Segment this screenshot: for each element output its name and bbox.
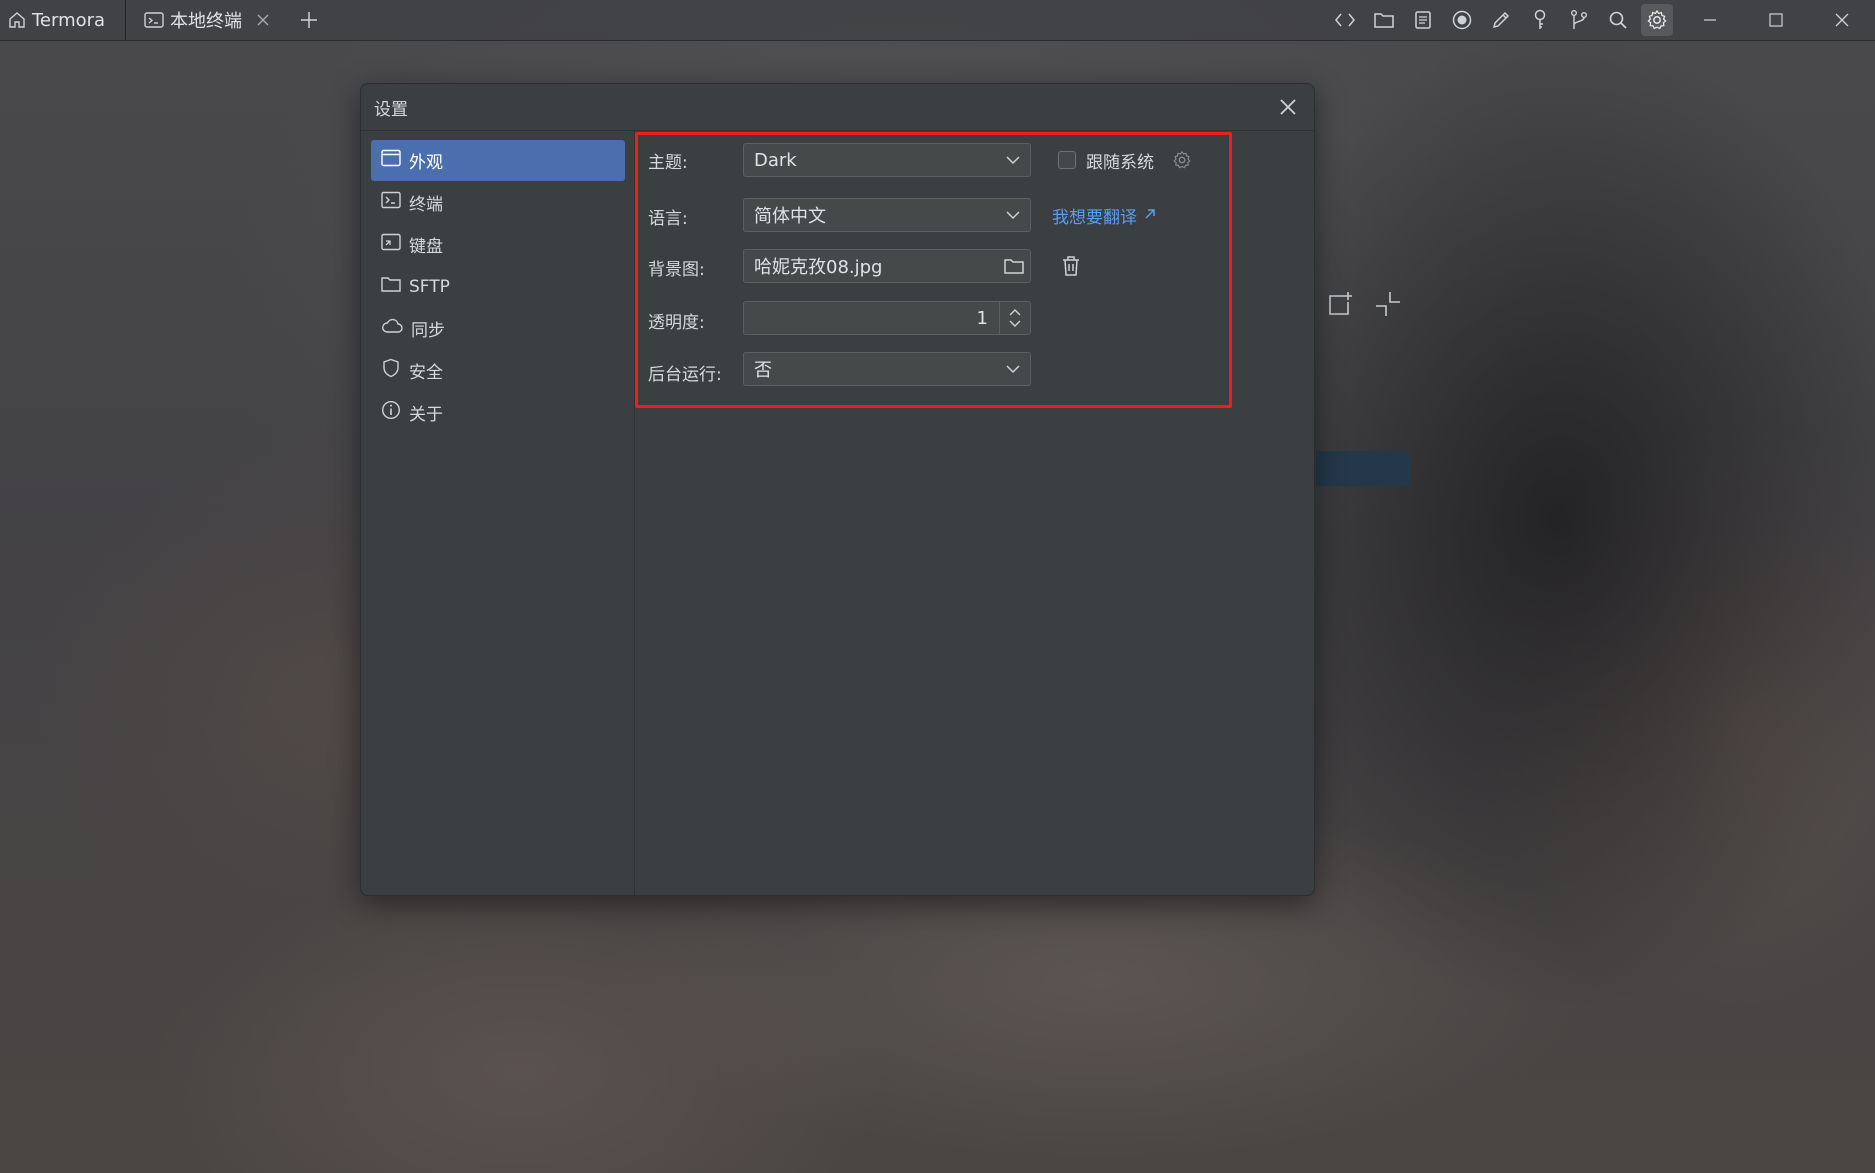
add-tab-button[interactable] bbox=[298, 9, 320, 31]
trash-icon[interactable] bbox=[1060, 254, 1082, 282]
branch-icon[interactable] bbox=[1559, 0, 1598, 40]
terminal-icon bbox=[381, 191, 401, 214]
language-select[interactable]: 简体中文 bbox=[743, 198, 1031, 232]
close-window-icon[interactable] bbox=[1809, 0, 1875, 40]
key-icon[interactable] bbox=[1520, 0, 1559, 40]
highlight-strip bbox=[1316, 451, 1410, 486]
translate-link[interactable]: 我想要翻译 bbox=[1052, 203, 1157, 228]
sidebar-item-label: 键盘 bbox=[409, 237, 443, 257]
background-run-label: 后台运行: bbox=[648, 365, 722, 385]
settings-sidebar: 外观 终端 键盘 SFTP 同步 安全 关于 bbox=[361, 131, 635, 895]
sidebar-item-security[interactable]: 安全 bbox=[371, 350, 625, 391]
sidebar-item-sftp[interactable]: SFTP bbox=[371, 266, 625, 307]
tab-label: Termora bbox=[32, 9, 106, 31]
gear-icon[interactable] bbox=[1172, 150, 1192, 174]
chevron-down-icon bbox=[1004, 151, 1022, 174]
theme-label: 主题: bbox=[648, 153, 688, 173]
cloud-icon bbox=[381, 317, 403, 340]
sidebar-item-label: 关于 bbox=[409, 405, 443, 425]
maximize-icon[interactable] bbox=[1743, 0, 1809, 40]
opacity-value: 1 bbox=[976, 307, 988, 329]
minimize-icon[interactable] bbox=[1677, 0, 1743, 40]
opacity-label: 透明度: bbox=[648, 313, 705, 333]
home-icon bbox=[8, 11, 26, 29]
sidebar-item-label: 同步 bbox=[411, 321, 445, 341]
info-icon bbox=[381, 400, 401, 425]
background-image-label: 背景图: bbox=[648, 260, 705, 280]
follow-system-checkbox[interactable] bbox=[1058, 151, 1076, 169]
sidebar-item-about[interactable]: 关于 bbox=[371, 392, 625, 433]
search-icon[interactable] bbox=[1598, 0, 1637, 40]
new-window-icon[interactable] bbox=[1326, 290, 1354, 322]
stepper-arrows[interactable] bbox=[999, 302, 1030, 334]
tab-home[interactable]: Termora bbox=[0, 0, 126, 40]
shield-icon bbox=[381, 358, 401, 383]
sidebar-item-sync[interactable]: 同步 bbox=[371, 308, 625, 349]
folder-icon bbox=[381, 275, 401, 298]
pen-icon[interactable] bbox=[1481, 0, 1520, 40]
background-run-value: 否 bbox=[754, 360, 772, 381]
sidebar-item-label: 安全 bbox=[409, 363, 443, 383]
dialog-title: 设置 bbox=[361, 84, 1314, 131]
theme-select[interactable]: Dark bbox=[743, 143, 1031, 177]
title-bar: Termora 本地终端 bbox=[0, 0, 1875, 41]
record-icon[interactable] bbox=[1442, 0, 1481, 40]
background-run-select[interactable]: 否 bbox=[743, 352, 1031, 386]
collapse-icon[interactable] bbox=[1374, 290, 1402, 322]
close-tab-icon[interactable] bbox=[256, 13, 270, 27]
theme-value: Dark bbox=[754, 149, 797, 171]
external-link-icon bbox=[1143, 206, 1157, 226]
background-image-value: 哈妮克孜08.jpg bbox=[754, 257, 883, 278]
chevron-down-icon[interactable] bbox=[1008, 319, 1022, 329]
terminal-icon bbox=[144, 11, 164, 29]
chevron-down-icon bbox=[1004, 206, 1022, 229]
tab-local-terminal[interactable]: 本地终端 bbox=[126, 0, 280, 40]
language-label: 语言: bbox=[648, 209, 688, 229]
sidebar-item-terminal[interactable]: 终端 bbox=[371, 182, 625, 223]
sidebar-item-label: 外观 bbox=[409, 153, 443, 173]
chevron-down-icon bbox=[1004, 360, 1022, 383]
code-icon[interactable] bbox=[1325, 0, 1364, 40]
sidebar-item-keyboard[interactable]: 键盘 bbox=[371, 224, 625, 265]
follow-system-label: 跟随系统 bbox=[1086, 153, 1154, 173]
keyboard-icon bbox=[381, 233, 401, 256]
language-value: 简体中文 bbox=[754, 206, 826, 227]
sidebar-item-label: 终端 bbox=[409, 195, 443, 215]
chevron-up-icon[interactable] bbox=[1008, 307, 1022, 317]
sidebar-item-appearance[interactable]: 外观 bbox=[371, 140, 625, 181]
sidebar-item-label: SFTP bbox=[409, 276, 450, 297]
settings-icon[interactable] bbox=[1641, 4, 1673, 36]
tab-label: 本地终端 bbox=[170, 11, 242, 32]
dialog-title-text: 设置 bbox=[374, 99, 408, 120]
toolbar bbox=[1325, 0, 1875, 40]
translate-link-text: 我想要翻译 bbox=[1052, 208, 1137, 228]
background-image-field[interactable]: 哈妮克孜08.jpg bbox=[743, 249, 1031, 283]
folder-icon[interactable] bbox=[1364, 0, 1403, 40]
notes-icon[interactable] bbox=[1403, 0, 1442, 40]
folder-icon[interactable] bbox=[1000, 252, 1028, 280]
opacity-stepper[interactable]: 1 bbox=[743, 301, 1031, 335]
window-icon bbox=[381, 149, 401, 172]
dialog-close-button[interactable] bbox=[1276, 95, 1300, 119]
